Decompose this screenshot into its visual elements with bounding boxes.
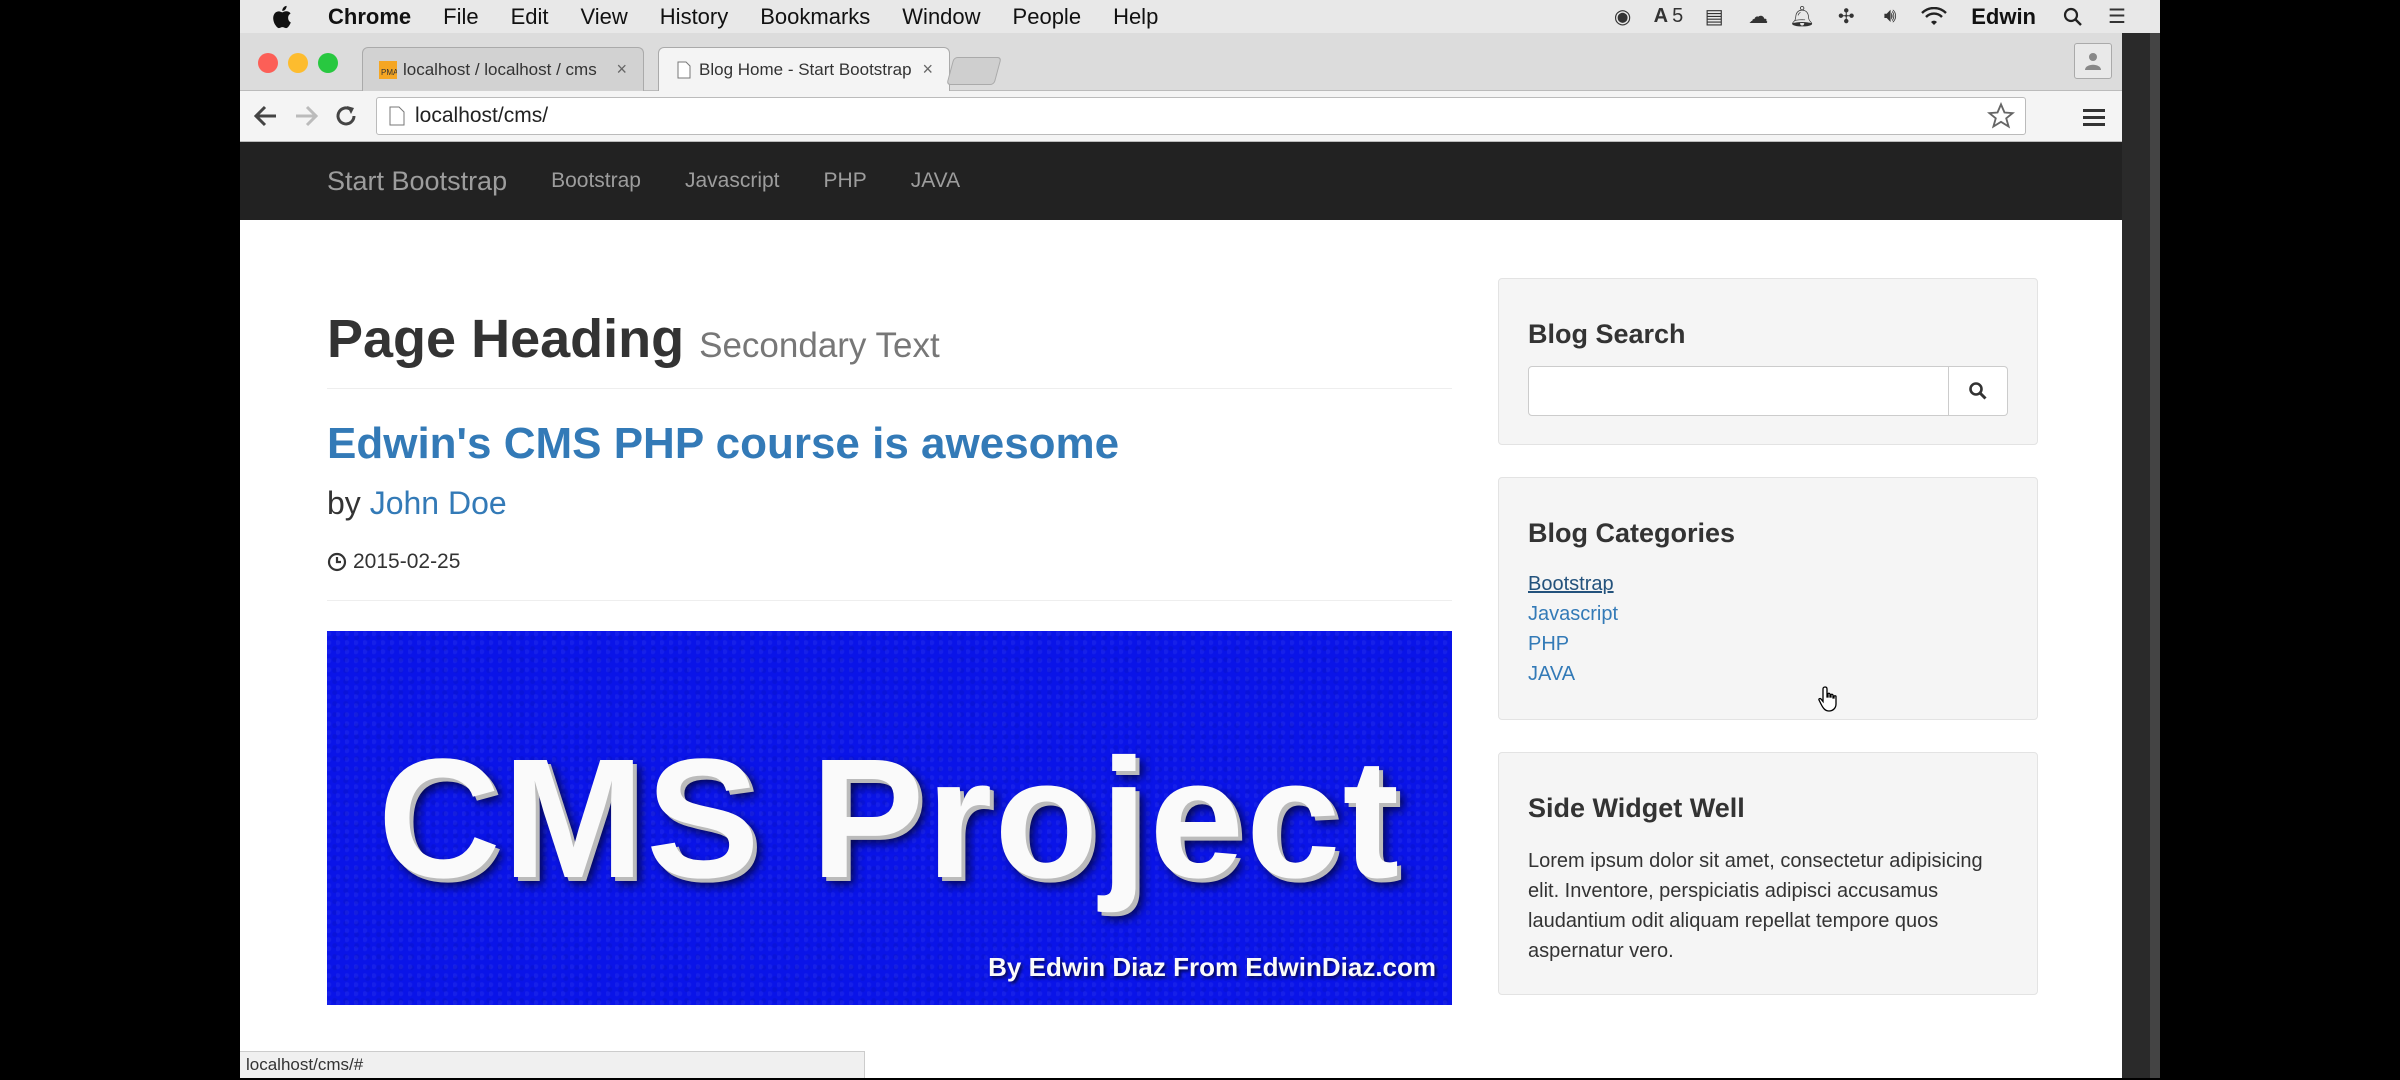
reload-button[interactable]	[326, 96, 366, 136]
post-date: 2015-02-25	[327, 550, 1452, 574]
page-heading-secondary: Secondary Text	[699, 326, 940, 365]
volume-icon[interactable]: 🔊︎	[1877, 5, 1903, 29]
nav-link-bootstrap[interactable]: Bootstrap	[551, 169, 641, 193]
blog-sidebar: Blog Search Blog Categories Bootstrap Ja…	[1498, 278, 2038, 1027]
window-controls	[258, 53, 338, 73]
nav-link-javascript[interactable]: Javascript	[685, 169, 780, 193]
apple-logo-icon[interactable]	[266, 3, 300, 31]
site-navbar: Start Bootstrap Bootstrap Javascript PHP…	[240, 142, 2122, 220]
bookmark-star-icon[interactable]	[1987, 102, 2015, 130]
blog-search-well: Blog Search	[1498, 278, 2038, 445]
menu-view[interactable]: View	[581, 4, 628, 30]
hand-pointer-cursor-icon	[1818, 686, 1837, 712]
notification-center-icon[interactable]: ☰	[2104, 5, 2130, 29]
blog-main-column: Page Heading Secondary Text Edwin's CMS …	[327, 220, 1452, 1005]
keyboard-icon[interactable]: ▤	[1701, 5, 1727, 29]
chrome-menu-button[interactable]	[2076, 99, 2112, 135]
blog-categories-well: Blog Categories Bootstrap Javascript PHP…	[1498, 477, 2038, 720]
record-icon[interactable]: ◉	[1610, 5, 1636, 29]
move-icon[interactable]: ✣	[1833, 5, 1859, 29]
creative-cloud-icon[interactable]: ☁	[1745, 5, 1771, 29]
page-heading: Page Heading Secondary Text	[327, 308, 1452, 389]
profile-button[interactable]	[2074, 43, 2112, 79]
svg-text:PMA: PMA	[381, 68, 397, 77]
url-text: localhost/cms/	[415, 104, 549, 127]
side-widget-text: Lorem ipsum dolor sit amet, consectetur …	[1528, 850, 1983, 962]
category-link-php[interactable]: PHP	[1528, 629, 2008, 659]
phpmyadmin-favicon-icon: PMA	[379, 60, 397, 79]
navbar-brand[interactable]: Start Bootstrap	[327, 166, 507, 197]
arrow-left-icon	[254, 105, 276, 127]
post-byline: by John Doe	[327, 485, 1452, 522]
search-group	[1528, 366, 2008, 416]
side-widget-well: Side Widget Well Lorem ipsum dolor sit a…	[1498, 752, 2038, 995]
menu-app-name[interactable]: Chrome	[328, 4, 411, 30]
nav-link-java[interactable]: JAVA	[911, 169, 960, 193]
by-label: by	[327, 485, 361, 521]
menu-people[interactable]: People	[1013, 4, 1082, 30]
tab-title: Blog Home - Start Bootstrap	[699, 59, 912, 79]
page-heading-text: Page Heading	[327, 309, 685, 369]
tab-blog-home[interactable]: Blog Home - Start Bootstrap ×	[658, 47, 950, 91]
macos-menubar: Chrome File Edit View History Bookmarks …	[240, 0, 2160, 33]
wifi-icon[interactable]	[1921, 5, 1948, 29]
category-link-java[interactable]: JAVA	[1528, 659, 2008, 689]
status-bubble: localhost/cms/#	[240, 1051, 865, 1078]
notification-bell-icon[interactable]: 🔔︎	[1789, 5, 1815, 29]
person-icon	[2085, 53, 2101, 70]
page-favicon-icon	[677, 61, 691, 78]
spotlight-search-icon[interactable]	[2060, 5, 2086, 29]
close-window-button[interactable]	[258, 53, 278, 73]
post-banner-image: CMS Project By Edwin Diaz From EdwinDiaz…	[327, 631, 1452, 1005]
menu-file[interactable]: File	[443, 4, 478, 30]
divider	[327, 600, 1452, 601]
category-link-javascript[interactable]: Javascript	[1528, 599, 2008, 629]
blog-search-input[interactable]	[1528, 366, 1949, 416]
menu-help[interactable]: Help	[1113, 4, 1158, 30]
tab-title: localhost / localhost / cms	[403, 59, 597, 79]
nav-link-php[interactable]: PHP	[824, 169, 867, 193]
post-date-text: 2015-02-25	[353, 550, 461, 573]
blog-categories-title: Blog Categories	[1528, 518, 1736, 548]
blog-search-title: Blog Search	[1528, 319, 1686, 349]
minimize-window-button[interactable]	[288, 53, 308, 73]
author-link[interactable]: John Doe	[370, 485, 507, 521]
side-widget-title: Side Widget Well	[1528, 793, 1745, 823]
page-viewport: Start Bootstrap Bootstrap Javascript PHP…	[240, 142, 2122, 1078]
adobe-count: 5	[1672, 5, 1684, 27]
menu-edit[interactable]: Edit	[511, 4, 549, 30]
clock-icon	[327, 552, 347, 572]
address-bar[interactable]: localhost/cms/	[376, 97, 2026, 135]
post-title-link[interactable]: Edwin's CMS PHP course is awesome	[327, 419, 1452, 469]
user-name[interactable]: Edwin	[1971, 4, 2036, 30]
page-icon	[389, 106, 405, 126]
browser-toolbar: localhost/cms/	[240, 91, 2122, 142]
menu-window[interactable]: Window	[902, 4, 980, 30]
back-button[interactable]	[246, 96, 286, 136]
menu-history[interactable]: History	[660, 4, 728, 30]
zoom-window-button[interactable]	[318, 53, 338, 73]
browser-window: PMA localhost / localhost / cms × Blog H…	[240, 33, 2122, 1078]
search-button[interactable]	[1949, 366, 2008, 416]
adobe-icon[interactable]: A5	[1654, 5, 1684, 29]
hamburger-menu-icon	[2083, 109, 2105, 126]
close-tab-icon[interactable]: ×	[922, 59, 933, 80]
arrow-right-icon	[296, 105, 318, 127]
banner-byline: By Edwin Diaz From EdwinDiaz.com	[988, 952, 1436, 982]
tab-phpmyadmin[interactable]: PMA localhost / localhost / cms ×	[362, 47, 644, 91]
window-shadow-strip	[2150, 33, 2160, 1078]
category-link-bootstrap[interactable]: Bootstrap	[1528, 569, 2008, 599]
new-tab-button[interactable]	[946, 57, 1002, 85]
reload-icon	[336, 106, 356, 126]
menubar-status-area: ◉ A5 ▤ ☁ 🔔︎ ✣ 🔊︎ Edwin ☰	[1610, 4, 2160, 30]
tab-strip: PMA localhost / localhost / cms × Blog H…	[240, 33, 2122, 91]
category-list: Bootstrap Javascript PHP JAVA	[1528, 569, 2008, 689]
menu-bookmarks[interactable]: Bookmarks	[760, 4, 870, 30]
forward-button[interactable]	[286, 96, 326, 136]
background-window-edge	[2122, 33, 2160, 1078]
banner-title: CMS Project	[377, 724, 1402, 914]
close-tab-icon[interactable]: ×	[616, 59, 627, 80]
search-icon	[1969, 382, 1987, 400]
